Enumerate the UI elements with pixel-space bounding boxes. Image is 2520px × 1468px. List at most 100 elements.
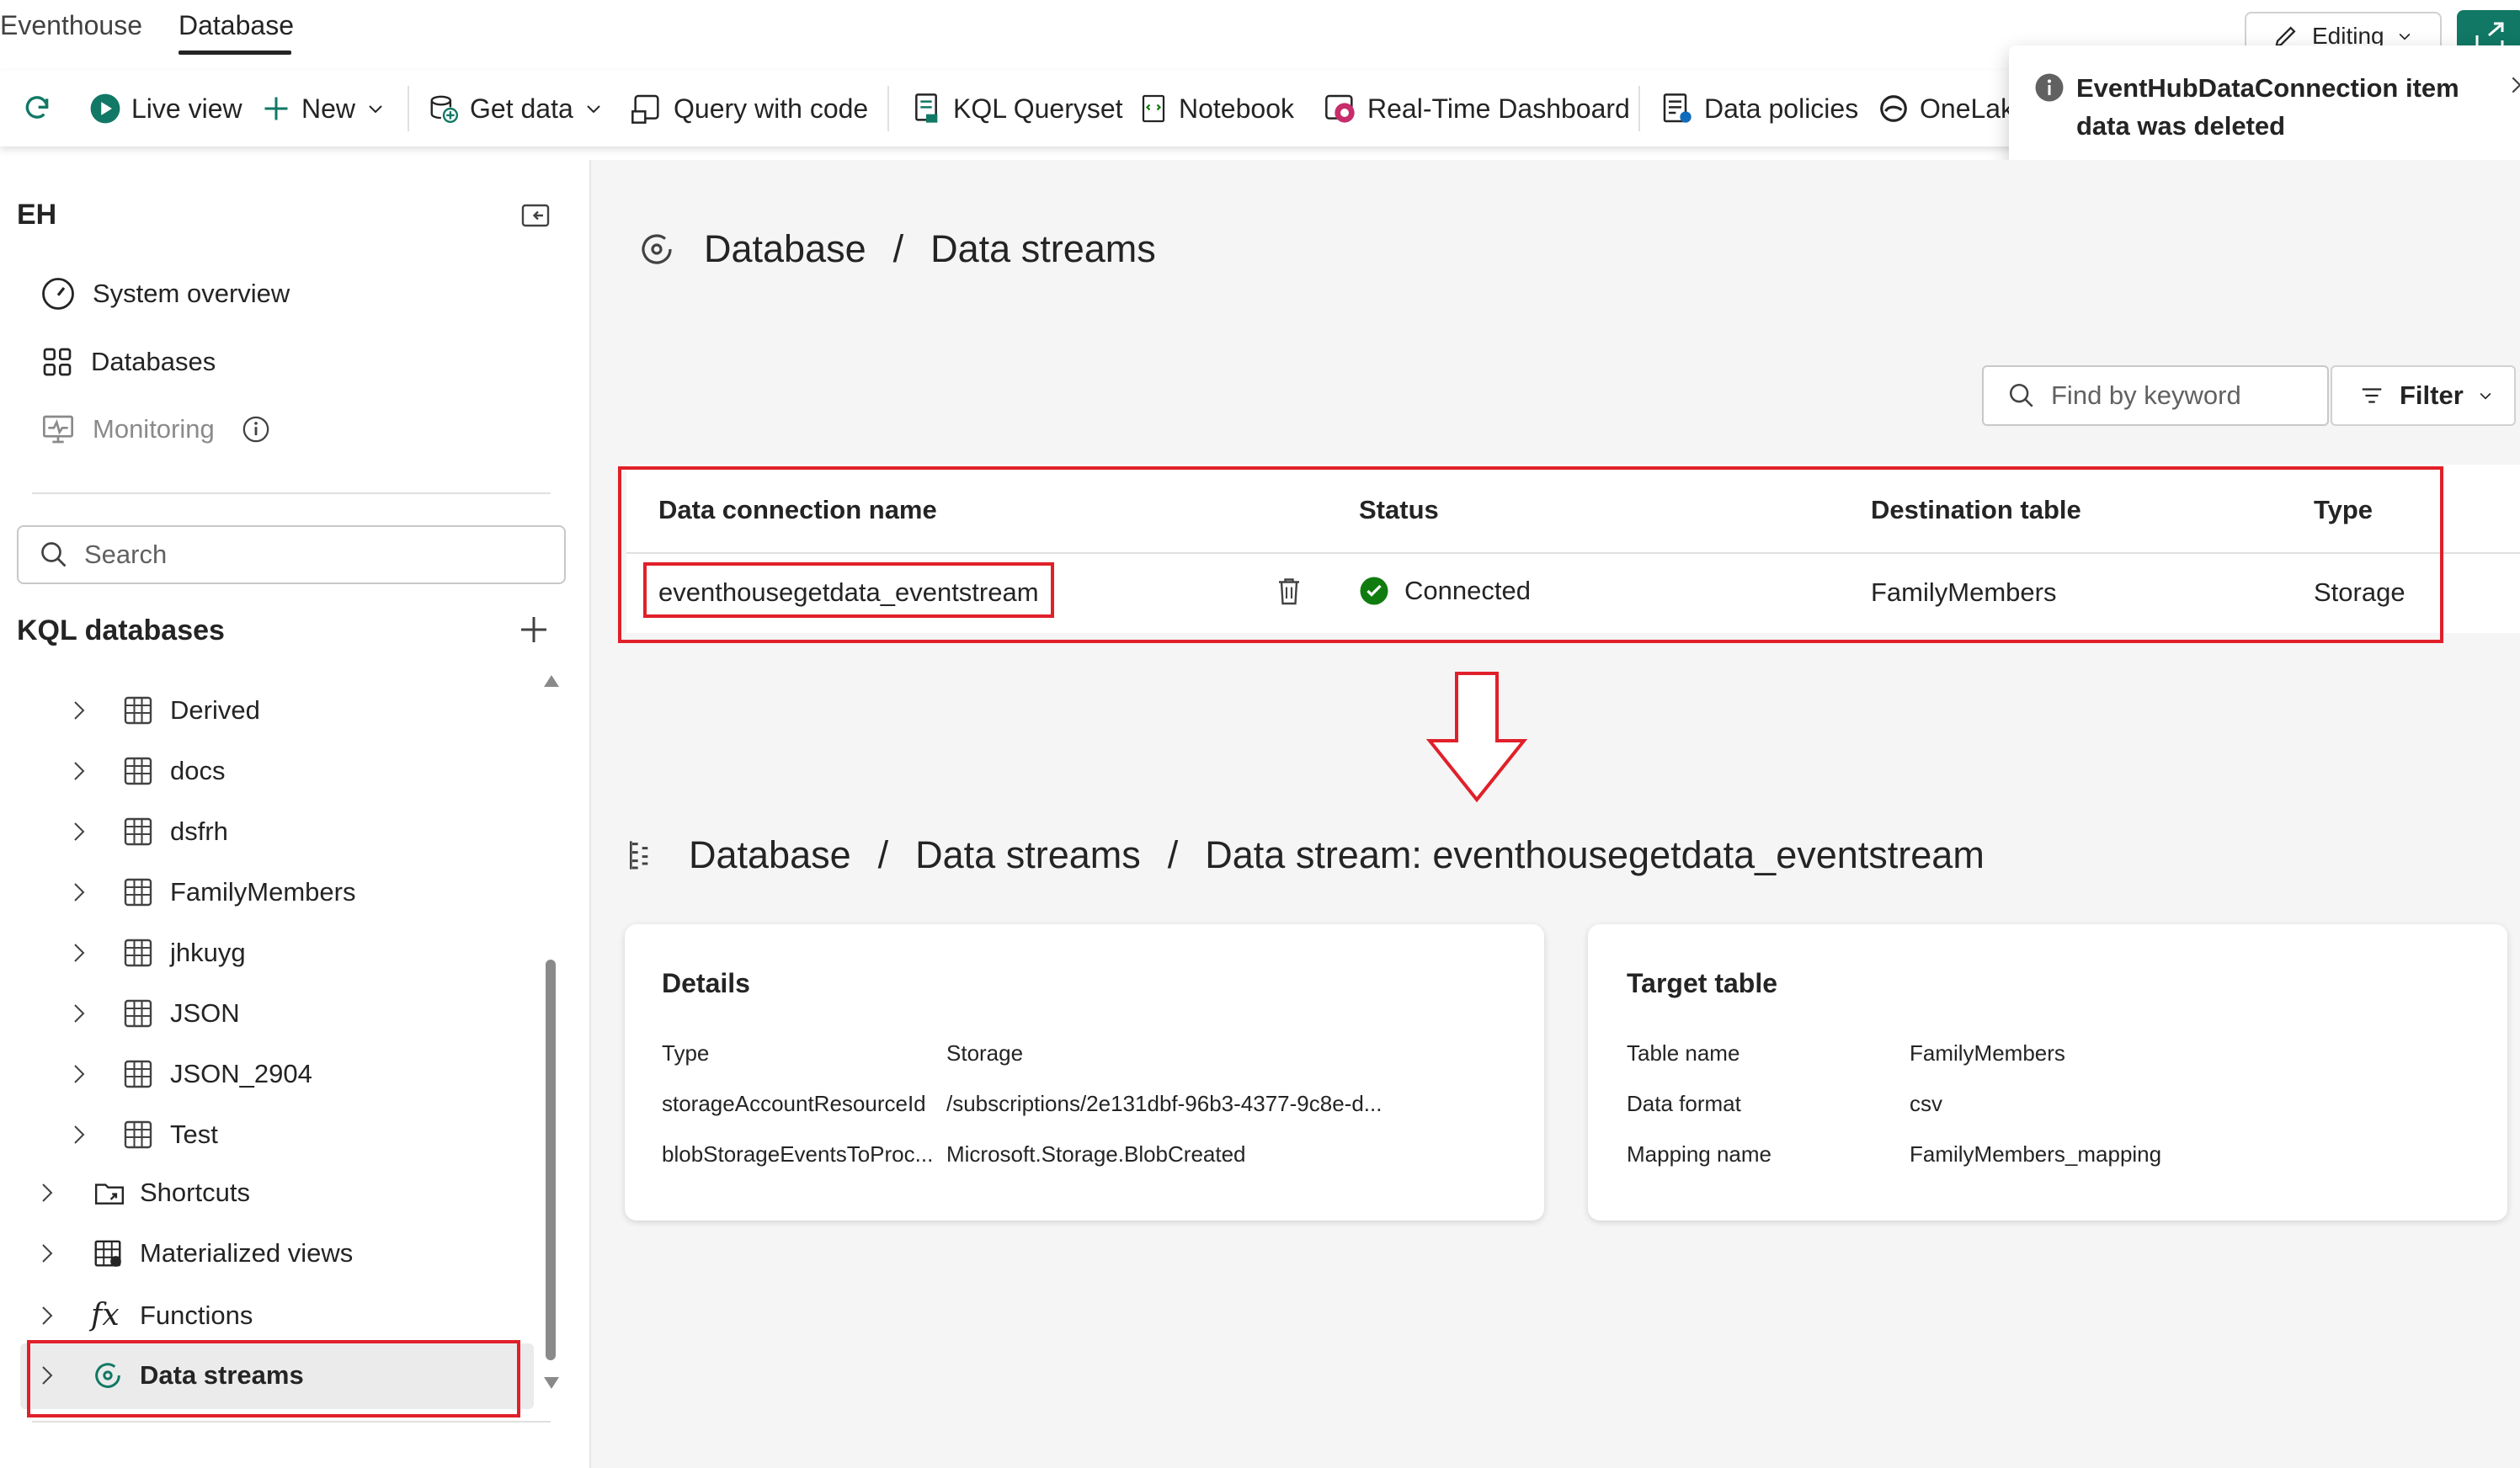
tree-label: Functions	[140, 1300, 253, 1330]
scroll-up-arrow[interactable]	[542, 673, 561, 689]
tree-item-functions[interactable]: fx Functions	[37, 1298, 253, 1332]
dashboard-icon	[1325, 94, 1355, 123]
nav-monitoring: Monitoring	[40, 412, 270, 446]
search-input[interactable]: Search	[17, 525, 566, 584]
table-icon	[124, 999, 152, 1028]
add-icon[interactable]	[517, 613, 551, 646]
chevron-right-icon	[42, 1183, 53, 1202]
detail-value: Microsoft.Storage.BlobCreated	[946, 1141, 1246, 1167]
nav-databases[interactable]: Databases	[40, 345, 216, 379]
table-icon	[124, 757, 152, 785]
new-button[interactable]: New	[261, 89, 386, 128]
highlight-box-data-streams	[27, 1340, 520, 1417]
breadcrumb-database[interactable]: Database	[704, 227, 866, 271]
tree-label: JSON	[170, 998, 240, 1028]
chevron-right-icon	[42, 1306, 53, 1325]
toolbar-divider	[887, 86, 889, 131]
function-icon: fx	[91, 1298, 120, 1332]
info-icon	[2035, 73, 2064, 102]
onelake-icon	[1880, 95, 1907, 122]
nav-system-overview[interactable]: System overview	[40, 276, 290, 311]
table-icon	[124, 817, 152, 846]
tree-item-table[interactable]: dsfrh	[69, 816, 228, 847]
data-stream-icon	[642, 234, 672, 264]
breadcrumb-separator: /	[892, 227, 904, 270]
collapse-pane-icon[interactable]	[519, 200, 552, 231]
tree-item-table[interactable]: JSON	[69, 998, 240, 1029]
tree-item-table[interactable]: docs	[69, 756, 225, 786]
kql-queryset-button[interactable]: KQL Queryset	[909, 89, 1123, 128]
nav-label: System overview	[93, 279, 290, 308]
tree-item-table[interactable]: Derived	[69, 695, 260, 726]
search-icon	[2009, 383, 2033, 407]
tree-label: dsfrh	[170, 816, 228, 846]
notebook-button[interactable]: Notebook	[1138, 89, 1294, 128]
breadcrumb-database[interactable]: Database	[689, 833, 851, 877]
breadcrumb-data-streams[interactable]: Data streams	[915, 833, 1141, 877]
breadcrumb-detail: Database / Data streams / Data stream: e…	[628, 833, 1985, 877]
info-icon[interactable]	[242, 415, 270, 444]
chevron-right-icon	[74, 701, 85, 720]
notification-toast: EventHubDataConnection item data was del…	[2009, 45, 2520, 168]
realtime-dashboard-button[interactable]: Real-Time Dashboard	[1324, 89, 1630, 128]
find-by-keyword-input[interactable]: Find by keyword	[1982, 365, 2329, 426]
data-policies-button[interactable]: Data policies	[1660, 89, 1858, 128]
notebook-label: Notebook	[1179, 93, 1294, 124]
details-card	[625, 924, 1544, 1221]
query-with-code-button[interactable]: Query with code	[630, 89, 868, 128]
tree-label: JSON_2904	[170, 1059, 312, 1088]
tree-item-materialized-views[interactable]: Materialized views	[37, 1237, 353, 1269]
chevron-right-icon	[74, 1004, 85, 1023]
close-icon[interactable]	[2509, 74, 2520, 96]
target-title: Target table	[1627, 968, 1777, 998]
detail-value: /subscriptions/2e131dbf-96b3-4377-9c8e-d…	[946, 1091, 1383, 1116]
toolbar-divider	[1638, 86, 1640, 131]
nav-label: Databases	[91, 347, 216, 376]
chevron-down-icon	[2399, 33, 2411, 40]
highlight-box-connection-name	[643, 562, 1054, 618]
realtime-dashboard-label: Real-Time Dashboard	[1367, 93, 1630, 124]
data-policies-icon	[1663, 93, 1692, 123]
chevron-down-icon	[587, 105, 600, 114]
refresh-button[interactable]	[20, 89, 54, 128]
breadcrumb-separator: /	[1167, 833, 1179, 876]
tree-label: jhkuyg	[170, 938, 246, 967]
tab-eventhouse[interactable]: Eventhouse	[0, 10, 142, 41]
tree-item-table[interactable]: JSON_2904	[69, 1059, 312, 1089]
search-placeholder: Search	[84, 540, 168, 569]
onelake-button[interactable]: OneLak	[1878, 89, 2014, 128]
gauge-icon	[42, 278, 74, 310]
toast-message: EventHubDataConnection item data was del…	[2076, 73, 2459, 141]
scrollbar-thumb[interactable]	[546, 960, 556, 1360]
target-value: FamilyMembers	[1910, 1040, 2065, 1066]
live-view-button[interactable]: Live view	[89, 89, 242, 128]
arrow-down-annotation	[1425, 672, 1528, 803]
kql-queryset-icon	[915, 93, 938, 123]
tree-item-table[interactable]: FamilyMembers	[69, 877, 355, 907]
tree-item-shortcuts[interactable]: Shortcuts	[37, 1177, 250, 1209]
grid-icon	[43, 348, 72, 376]
chevron-right-icon	[74, 822, 85, 841]
materialized-view-icon	[94, 1240, 121, 1267]
tree-item-table[interactable]: jhkuyg	[69, 938, 246, 968]
chevron-right-icon	[42, 1244, 53, 1263]
target-key: Table name	[1627, 1040, 1740, 1066]
breadcrumb-top: Database / Data streams	[637, 227, 1156, 271]
shortcut-folder-icon	[94, 1183, 125, 1205]
get-data-button[interactable]: Get data	[428, 89, 604, 128]
get-data-label: Get data	[470, 93, 573, 124]
target-key: Data format	[1627, 1091, 1741, 1116]
filter-button[interactable]: Filter	[2331, 365, 2516, 426]
new-label: New	[301, 93, 356, 124]
tab-database[interactable]: Database	[178, 10, 294, 41]
tree-item-table[interactable]: Test	[69, 1120, 218, 1150]
breadcrumb-separator: /	[877, 833, 889, 876]
chevron-right-icon	[74, 762, 85, 780]
filter-icon	[2362, 388, 2382, 403]
details-title: Details	[662, 968, 750, 998]
scroll-down-arrow[interactable]	[542, 1375, 561, 1391]
target-value: csv	[1910, 1091, 1942, 1116]
breadcrumb-data-streams: Data streams	[930, 227, 1156, 270]
tree-label: FamilyMembers	[170, 877, 356, 907]
tree-label: docs	[170, 756, 226, 785]
